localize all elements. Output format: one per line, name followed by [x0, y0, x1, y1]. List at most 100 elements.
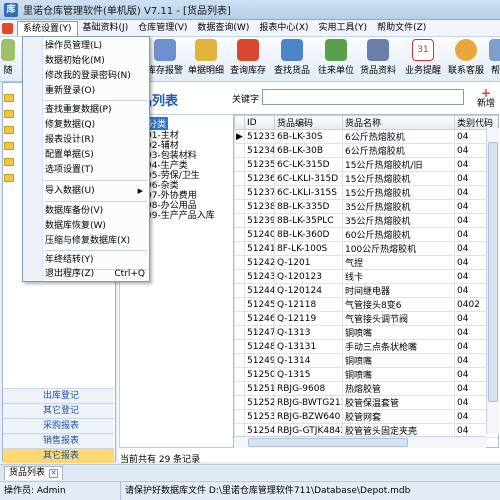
cell-name: 气管接头调节阀 — [342, 311, 455, 326]
close-icon[interactable]: ✕ — [49, 469, 59, 478]
table-row[interactable]: 51248 Q-13131 手动三点条状枪嘴 04 — [234, 339, 498, 354]
table-row[interactable]: 51249 Q-1314 铜喷嘴 04 — [234, 353, 498, 368]
menu-item-exit[interactable]: 退出程序(Z) Ctrl+Q — [43, 267, 149, 282]
system-menu-icon[interactable] — [2, 22, 13, 34]
menu-tools[interactable]: 实用工具(Y) — [314, 21, 373, 36]
table-row[interactable]: 51243 Q-120123 线卡 04 — [234, 269, 498, 284]
sidebar-item-sales-report[interactable]: 销售报表 — [3, 433, 114, 448]
toolbar-stock-alert-button[interactable]: 库存报警 — [145, 39, 185, 79]
table-row[interactable]: 51234 6B-LK-30B 6公斤热熔胶机 04 — [234, 143, 498, 158]
package-icon — [367, 39, 389, 61]
system-settings-dropdown: 操作员管理(L) 数据初始化(M) 修改我的登录密码(N) 重新登录(O) 查找… — [22, 36, 150, 282]
folder-icon[interactable] — [4, 174, 14, 182]
menu-item-relogin[interactable]: 重新登录(O) — [43, 84, 149, 99]
menu-item-year-end[interactable]: 年终结转(Y) — [43, 253, 149, 268]
toolbar-product-data-button[interactable]: 货品资料 — [357, 39, 399, 79]
menu-reports[interactable]: 报表中心(X) — [254, 21, 313, 36]
menu-system-settings[interactable]: 系统设置(Y) — [17, 20, 78, 36]
cell-code: 6B-LK-30B — [274, 143, 343, 158]
menu-item-find-duplicates[interactable]: 查找重复数据(P) — [43, 103, 149, 118]
toolbar-contact-support-button[interactable]: 联系客服 — [445, 39, 487, 79]
table-row[interactable]: 51250 Q-1315 铜喷嘴 04 — [234, 367, 498, 382]
sidebar-item-other-report[interactable]: 其它报表 — [3, 448, 114, 463]
menu-item-report-design[interactable]: 报表设计(R) — [43, 133, 149, 148]
toolbar-help-button[interactable]: 帮助 — [488, 39, 500, 79]
table-row[interactable]: 51246 Q-12119 气管接头调节阀 04 — [234, 311, 498, 326]
cell-name: 铜喷嘴 — [342, 325, 455, 340]
menu-item-db-compact[interactable]: 压缩与修复数据库(X) — [43, 234, 149, 249]
folder-icon[interactable] — [4, 142, 14, 150]
table-row[interactable]: 51247 Q-1313 铜喷嘴 04 — [234, 325, 498, 340]
toolbar-button-partial[interactable]: 随 — [0, 39, 16, 79]
menu-separator — [45, 250, 147, 251]
table-row[interactable]: 51244 Q-120124 时间继电器 04 — [234, 283, 498, 298]
table-row[interactable]: 51237 6C-LKLI-315S 15公斤热熔胶机 04 — [234, 185, 498, 200]
table-row[interactable]: 51239 8B-LK-35PLC 35公斤热熔胶机 04 — [234, 213, 498, 228]
cell-id: 51252 — [244, 395, 275, 410]
folder-icon[interactable] — [4, 126, 14, 134]
table-row[interactable]: ▶ 51233 6B-LK-30S 6公斤热熔胶机 04 — [234, 129, 498, 144]
toolbar-business-reminder-button[interactable]: 31 业务提醒 — [402, 39, 444, 79]
menu-item-data-init[interactable]: 数据初始化(M) — [43, 54, 149, 69]
tree-node-category[interactable]: 09-生产产品入库 — [146, 208, 215, 221]
menu-basic-data[interactable]: 基础资料(J) — [78, 21, 134, 36]
keyword-search-input[interactable] — [262, 89, 464, 105]
row-indicator — [234, 353, 245, 368]
table-row[interactable]: 51240 8B-LK-360D 60公斤热熔胶机 04 — [234, 227, 498, 242]
toolbar-find-product-button[interactable]: 查找货品 — [271, 39, 313, 79]
table-row[interactable]: 51253 RBJG-BZW640 胶管网套 04 — [234, 409, 498, 424]
grid-header-code[interactable]: 货品编码 — [274, 115, 343, 130]
table-row[interactable]: 51252RBJG-BWTG2138胶管保温套管04 — [234, 395, 498, 410]
window-titlebar: 库 里诺仓库管理软件(单机版) V7.11 - [货品列表] — [0, 0, 500, 20]
menu-help[interactable]: 帮助文件(Z) — [372, 21, 431, 36]
menu-item-options[interactable]: 选项设置(T) — [43, 163, 149, 178]
menu-item-repair-data[interactable]: 修复数据(Q) — [43, 118, 149, 133]
menu-item-change-password[interactable]: 修改我的登录密码(N) — [43, 69, 149, 84]
cell-code: 8B-LK-360D — [274, 227, 343, 242]
folder-icon[interactable] — [4, 110, 14, 118]
support-avatar-icon — [455, 39, 477, 61]
cell-code: Q-1313 — [274, 325, 343, 340]
grid-header-name[interactable]: 货品名称 — [342, 115, 455, 130]
folder-icon[interactable] — [4, 94, 14, 102]
menu-warehouse[interactable]: 仓库管理(V) — [133, 21, 192, 36]
toolbar-label: 货品资料 — [359, 66, 396, 76]
table-row[interactable]: 51236 6C-LKLI-315D 15公斤热熔胶机 04 — [234, 171, 498, 186]
table-row[interactable]: 51251 RBJG-9608 热熔胶管 04 — [234, 381, 498, 396]
cell-id: 51238 — [244, 199, 275, 214]
grid-horizontal-scrollbar[interactable] — [234, 436, 486, 448]
grid-vertical-scrollbar[interactable] — [486, 128, 499, 434]
table-row[interactable]: 51241 8F-LK-100S 100公斤热熔胶机 04 — [234, 241, 498, 256]
scrollbar-thumb[interactable] — [488, 142, 498, 402]
menu-item-db-backup[interactable]: 数据库备份(V) — [43, 204, 149, 219]
add-product-button[interactable]: + 新增 — [473, 86, 499, 112]
tab-product-list[interactable]: 货品列表 ✕ — [4, 466, 64, 480]
table-row[interactable]: 51242 Q-1201 气捏 04 — [234, 255, 498, 270]
row-indicator — [234, 367, 245, 382]
cell-id: 51253 — [244, 409, 275, 424]
sidebar-item-other-register[interactable]: 其它登记 — [3, 403, 114, 418]
row-indicator — [234, 297, 245, 312]
row-indicator — [234, 171, 245, 186]
folder-icon[interactable] — [4, 158, 14, 166]
cell-id: 51239 — [244, 213, 275, 228]
scrollbar-thumb[interactable] — [248, 438, 408, 447]
menu-item-operator-management[interactable]: 操作员管理(L) — [43, 39, 149, 54]
cell-code: Q-1201 — [274, 255, 343, 270]
toolbar-contacts-button[interactable]: 往来单位 — [315, 39, 357, 79]
toolbar-query-stock-button[interactable]: 查询库存 — [227, 39, 269, 79]
menu-item-label: 退出程序(Z) — [45, 269, 95, 279]
cell-code: Q-120123 — [274, 269, 343, 284]
sidebar-item-purchase-report[interactable]: 采购报表 — [3, 418, 114, 433]
toolbar-document-detail-button[interactable]: 单据明细 — [185, 39, 227, 79]
table-row[interactable]: 51235 6C-LK-315D 15公斤热熔胶机/旧 04 — [234, 157, 498, 172]
table-row[interactable]: 51238 8B-LK-335D 35公斤热熔胶机 04 — [234, 199, 498, 214]
sidebar-item-outbound[interactable]: 出库登记 — [3, 388, 114, 403]
table-row[interactable]: 51245 Q-12118 气管接头8变6 0402 — [234, 297, 498, 312]
grid-header-id[interactable]: ID — [244, 115, 275, 130]
menu-item-db-restore[interactable]: 数据库恢复(W) — [43, 219, 149, 234]
toolbar-label: 查找货品 — [273, 66, 310, 76]
menu-data-query[interactable]: 数据查询(W) — [192, 21, 254, 36]
menu-item-import-data[interactable]: 导入数据(U) ▶ — [43, 184, 149, 199]
menu-item-configure-documents[interactable]: 配置单据(S) — [43, 148, 149, 163]
